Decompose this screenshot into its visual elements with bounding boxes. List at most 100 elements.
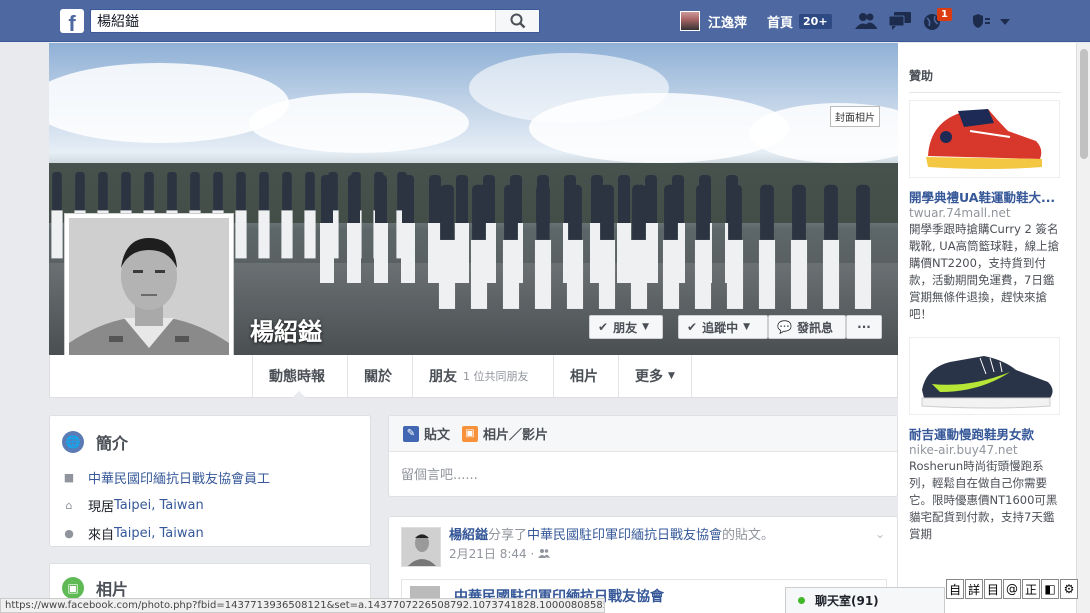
- post-page-link[interactable]: 中華民國駐印軍印緬抗日戰友協會: [527, 528, 722, 543]
- marcher-figure: [235, 172, 248, 260]
- home-icon: ⌂: [65, 499, 73, 512]
- intro-work-row: ■ 中華民國印緬抗日戰友協會員工: [62, 468, 358, 487]
- marcher-figure: [598, 184, 616, 312]
- ime-button[interactable]: 正: [1022, 579, 1040, 599]
- post-options-chevron-icon[interactable]: ⌄: [875, 527, 885, 541]
- marcher-figure: [854, 184, 872, 312]
- composer-tab-photo-label: 相片／影片: [483, 428, 549, 443]
- home-link[interactable]: 首頁 20+: [767, 12, 832, 31]
- mutual-friends-count: 1 位共同朋友: [463, 370, 529, 383]
- post-author-avatar[interactable]: [401, 527, 441, 567]
- message-button-label: 發訊息: [796, 320, 833, 335]
- audience-friends-icon[interactable]: [538, 545, 551, 563]
- composer-tab-photo[interactable]: ▣ 相片／影片: [462, 424, 548, 443]
- friend-requests-icon[interactable]: [855, 12, 877, 30]
- messages-icon[interactable]: [889, 12, 911, 30]
- photos-title[interactable]: 相片: [96, 576, 128, 600]
- user-name: 江逸萍: [708, 15, 748, 31]
- marcher-figure: [502, 184, 520, 312]
- friends-button-label: 朋友: [613, 320, 638, 335]
- ad-url[interactable]: twuar.74mall.net: [909, 206, 1060, 221]
- post-meta: 楊紹鎰分享了中華民國駐印軍印緬抗日戰友協會的貼文。 2月21日 8:44 ·: [449, 527, 774, 567]
- following-button-label: 追蹤中: [702, 320, 739, 335]
- tab-timeline-label: 動態時報: [269, 369, 325, 385]
- timeline-navigation: 動態時報 關於 朋友 1 位共同朋友 相片 更多 ▼: [49, 355, 898, 398]
- composer-tab-post[interactable]: ✎ 貼文: [403, 424, 450, 443]
- tab-about[interactable]: 關於: [347, 355, 408, 397]
- ime-settings-icon[interactable]: ⚙: [1060, 579, 1078, 599]
- friends-button[interactable]: ✔ 朋友 ▼: [589, 315, 663, 339]
- ime-button[interactable]: 詳: [965, 579, 983, 599]
- input-method-toolbar: 自 詳 目 @ 正 ◧ ⚙: [946, 579, 1079, 599]
- facebook-logo-icon[interactable]: f: [60, 9, 84, 33]
- ad-image-nike-shoe[interactable]: [909, 337, 1060, 415]
- more-options-button[interactable]: ···: [846, 315, 882, 339]
- search-button[interactable]: [495, 10, 539, 32]
- cloud-shape: [249, 93, 469, 153]
- marcher-figure: [258, 172, 271, 260]
- post-action: 分享了: [488, 528, 528, 543]
- status-bar-url: https://www.facebook.com/photo.php?fbid=…: [0, 598, 605, 613]
- tab-more[interactable]: 更多 ▼: [618, 355, 692, 397]
- intro-lives-prefix: 現居: [88, 500, 115, 515]
- marcher-figure: [534, 184, 552, 312]
- message-button[interactable]: 💬 發訊息: [768, 315, 846, 339]
- composer-input[interactable]: 留個言吧......: [389, 452, 897, 495]
- intro-lives-place[interactable]: Taipei, Taiwan: [114, 498, 204, 513]
- tab-photos[interactable]: 相片: [553, 355, 614, 397]
- post-suffix: 的貼文。: [722, 528, 775, 543]
- marcher-figure: [373, 175, 389, 285]
- chevron-down-icon: ▼: [743, 322, 750, 332]
- marcher-figure: [304, 172, 317, 260]
- search-input[interactable]: [91, 10, 491, 32]
- ime-button[interactable]: @: [1003, 579, 1021, 599]
- intro-title: 簡介: [96, 434, 129, 453]
- post-author-avatar-image: [402, 528, 440, 566]
- post-title-line: 楊紹鎰分享了中華民國駐印軍印緬抗日戰友協會的貼文。: [449, 527, 774, 545]
- tab-more-label: 更多: [635, 369, 663, 385]
- intro-from-place[interactable]: Taipei, Taiwan: [114, 526, 204, 541]
- nike-shoe-image: [910, 338, 1059, 414]
- ad-body: 開學季跟時搶購Curry 2 簽名戰靴, UA高筒籃球鞋，線上搶購價NT2200…: [909, 222, 1060, 321]
- tab-photos-label: 相片: [570, 369, 598, 385]
- ad-image-ua-shoe[interactable]: [909, 100, 1060, 178]
- ime-button[interactable]: ◧: [1041, 579, 1059, 599]
- marcher-figure: [822, 184, 840, 312]
- post-author[interactable]: 楊紹鎰: [449, 528, 488, 543]
- scrollbar-thumb[interactable]: [1080, 49, 1088, 159]
- chevron-down-icon: ▼: [668, 371, 675, 381]
- briefcase-icon: ■: [63, 471, 75, 484]
- profile-link[interactable]: 江逸萍: [680, 11, 747, 31]
- globe-icon: 🌐: [62, 431, 84, 453]
- marcher-figure: [51, 172, 64, 260]
- ad-title[interactable]: 耐吉運動慢跑鞋男女款: [909, 427, 1060, 443]
- ad-url[interactable]: nike-air.buy47.net: [909, 443, 1060, 458]
- checkmark-icon: ✔: [687, 320, 698, 334]
- active-tab-pointer: [292, 391, 306, 398]
- following-button[interactable]: ✔ 追蹤中 ▼: [678, 315, 768, 339]
- ime-button[interactable]: 目: [984, 579, 1002, 599]
- camera-icon: ▣: [462, 425, 479, 442]
- page-scrollbar[interactable]: [1076, 43, 1090, 613]
- more-options-label: ···: [857, 320, 871, 334]
- profile-photo: [69, 218, 229, 378]
- marcher-figure: [630, 184, 648, 312]
- chat-sidebar-toggle[interactable]: 聊天室(91): [785, 587, 945, 613]
- tab-friends[interactable]: 朋友 1 位共同朋友: [412, 355, 545, 397]
- photos-card-title: ▣ 相片: [62, 576, 358, 600]
- intro-work[interactable]: 中華民國印緬抗日戰友協會員工: [88, 468, 270, 487]
- profile-name[interactable]: 楊紹鎰: [250, 312, 322, 347]
- account-menu-caret-icon[interactable]: [998, 12, 1012, 30]
- post-timestamp-row: 2月21日 8:44 ·: [449, 545, 774, 563]
- ime-button[interactable]: 自: [946, 579, 964, 599]
- post-header: 楊紹鎰分享了中華民國駐印軍印緬抗日戰友協會的貼文。 2月21日 8:44 · ⌄: [401, 527, 885, 567]
- ad-item[interactable]: 開學典禮UA鞋運動鞋大... twuar.74mall.net 開學季跟時搶購C…: [909, 100, 1060, 323]
- ad-body: Rosherun時尚街頭慢跑系列，輕鬆自在做自己你需要它。限時優惠價NT1600…: [909, 459, 1058, 541]
- chevron-down-icon: ▼: [642, 322, 649, 332]
- home-count-badge: 20+: [799, 14, 832, 29]
- ad-title[interactable]: 開學典禮UA鞋運動鞋大...: [909, 190, 1060, 206]
- post-timestamp[interactable]: 2月21日 8:44 ·: [449, 545, 534, 563]
- ad-item[interactable]: 耐吉運動慢跑鞋男女款 nike-air.buy47.net Rosherun時尚…: [909, 337, 1060, 543]
- sponsored-sidebar: 贊助 開學典禮UA鞋運動鞋大... twuar.74mall.net 開學季跟時…: [898, 43, 1076, 613]
- privacy-shortcuts-icon[interactable]: [972, 12, 994, 30]
